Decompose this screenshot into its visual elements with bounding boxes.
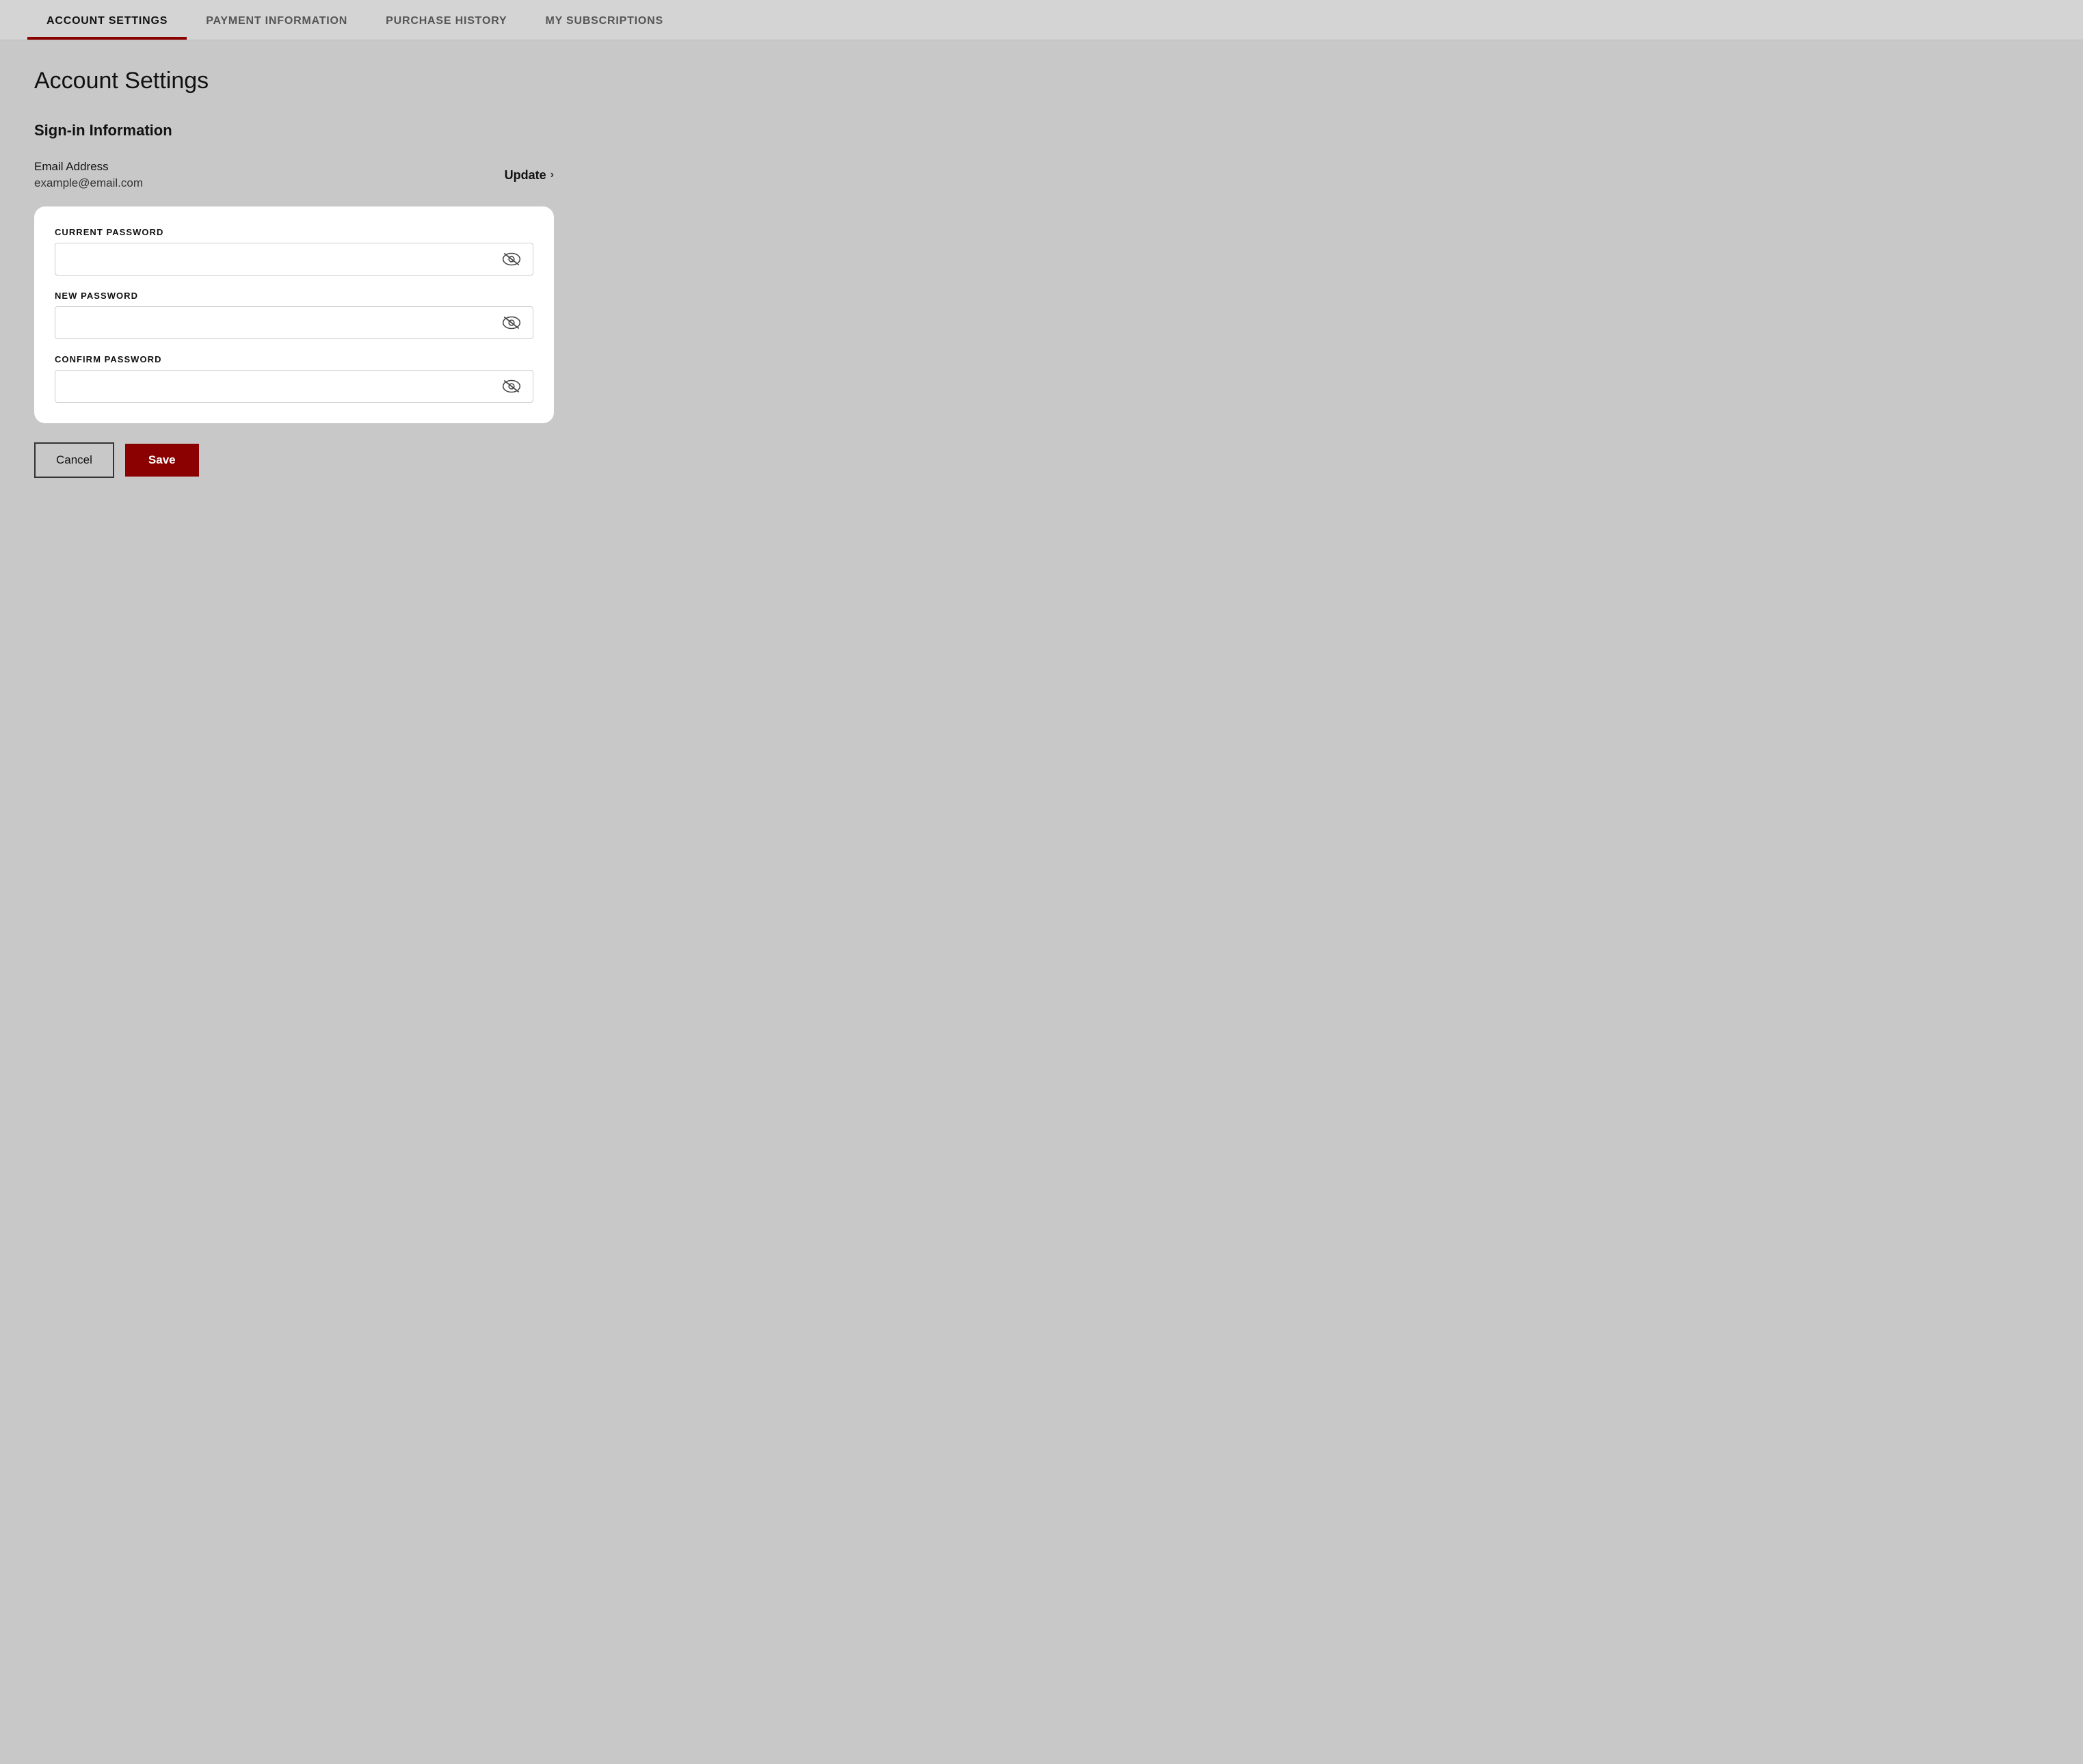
eye-slash-icon <box>502 316 521 330</box>
email-value: example@email.com <box>34 176 143 190</box>
toggle-current-password-visibility[interactable] <box>499 250 524 269</box>
eye-slash-icon <box>502 252 521 266</box>
update-label: Update <box>505 168 546 183</box>
page-title: Account Settings <box>34 68 2049 94</box>
new-password-label: NEW PASSWORD <box>55 291 533 301</box>
tab-my-subscriptions[interactable]: MY SUBSCRIPTIONS <box>526 0 682 40</box>
nav-tabs: ACCOUNT SETTINGS PAYMENT INFORMATION PUR… <box>0 0 2083 40</box>
eye-slash-icon <box>502 379 521 393</box>
confirm-password-label: CONFIRM PASSWORD <box>55 354 533 364</box>
confirm-password-input[interactable] <box>55 370 533 403</box>
current-password-input[interactable] <box>55 243 533 276</box>
email-info: Email Address example@email.com <box>34 160 143 190</box>
cancel-button[interactable]: Cancel <box>34 442 114 478</box>
toggle-confirm-password-visibility[interactable] <box>499 377 524 396</box>
current-password-label: CURRENT PASSWORD <box>55 227 533 237</box>
email-row: Email Address example@email.com Update › <box>34 160 554 190</box>
confirm-password-input-wrapper <box>55 370 533 403</box>
toggle-new-password-visibility[interactable] <box>499 313 524 332</box>
password-card: CURRENT PASSWORD NEW PASSWORD <box>34 206 554 423</box>
email-label: Email Address <box>34 160 143 174</box>
chevron-right-icon: › <box>550 169 554 181</box>
current-password-input-wrapper <box>55 243 533 276</box>
new-password-input-wrapper <box>55 306 533 339</box>
current-password-group: CURRENT PASSWORD <box>55 227 533 276</box>
save-button[interactable]: Save <box>125 444 199 477</box>
confirm-password-group: CONFIRM PASSWORD <box>55 354 533 403</box>
tab-account-settings[interactable]: ACCOUNT SETTINGS <box>27 0 187 40</box>
update-link[interactable]: Update › <box>505 168 554 183</box>
section-title: Sign-in Information <box>34 122 2049 139</box>
new-password-group: NEW PASSWORD <box>55 291 533 339</box>
new-password-input[interactable] <box>55 306 533 339</box>
tab-purchase-history[interactable]: PURCHASE HISTORY <box>367 0 526 40</box>
buttons-row: Cancel Save <box>34 442 2049 478</box>
main-content: Account Settings Sign-in Information Ema… <box>0 40 2083 505</box>
tab-payment-information[interactable]: PAYMENT INFORMATION <box>187 0 367 40</box>
